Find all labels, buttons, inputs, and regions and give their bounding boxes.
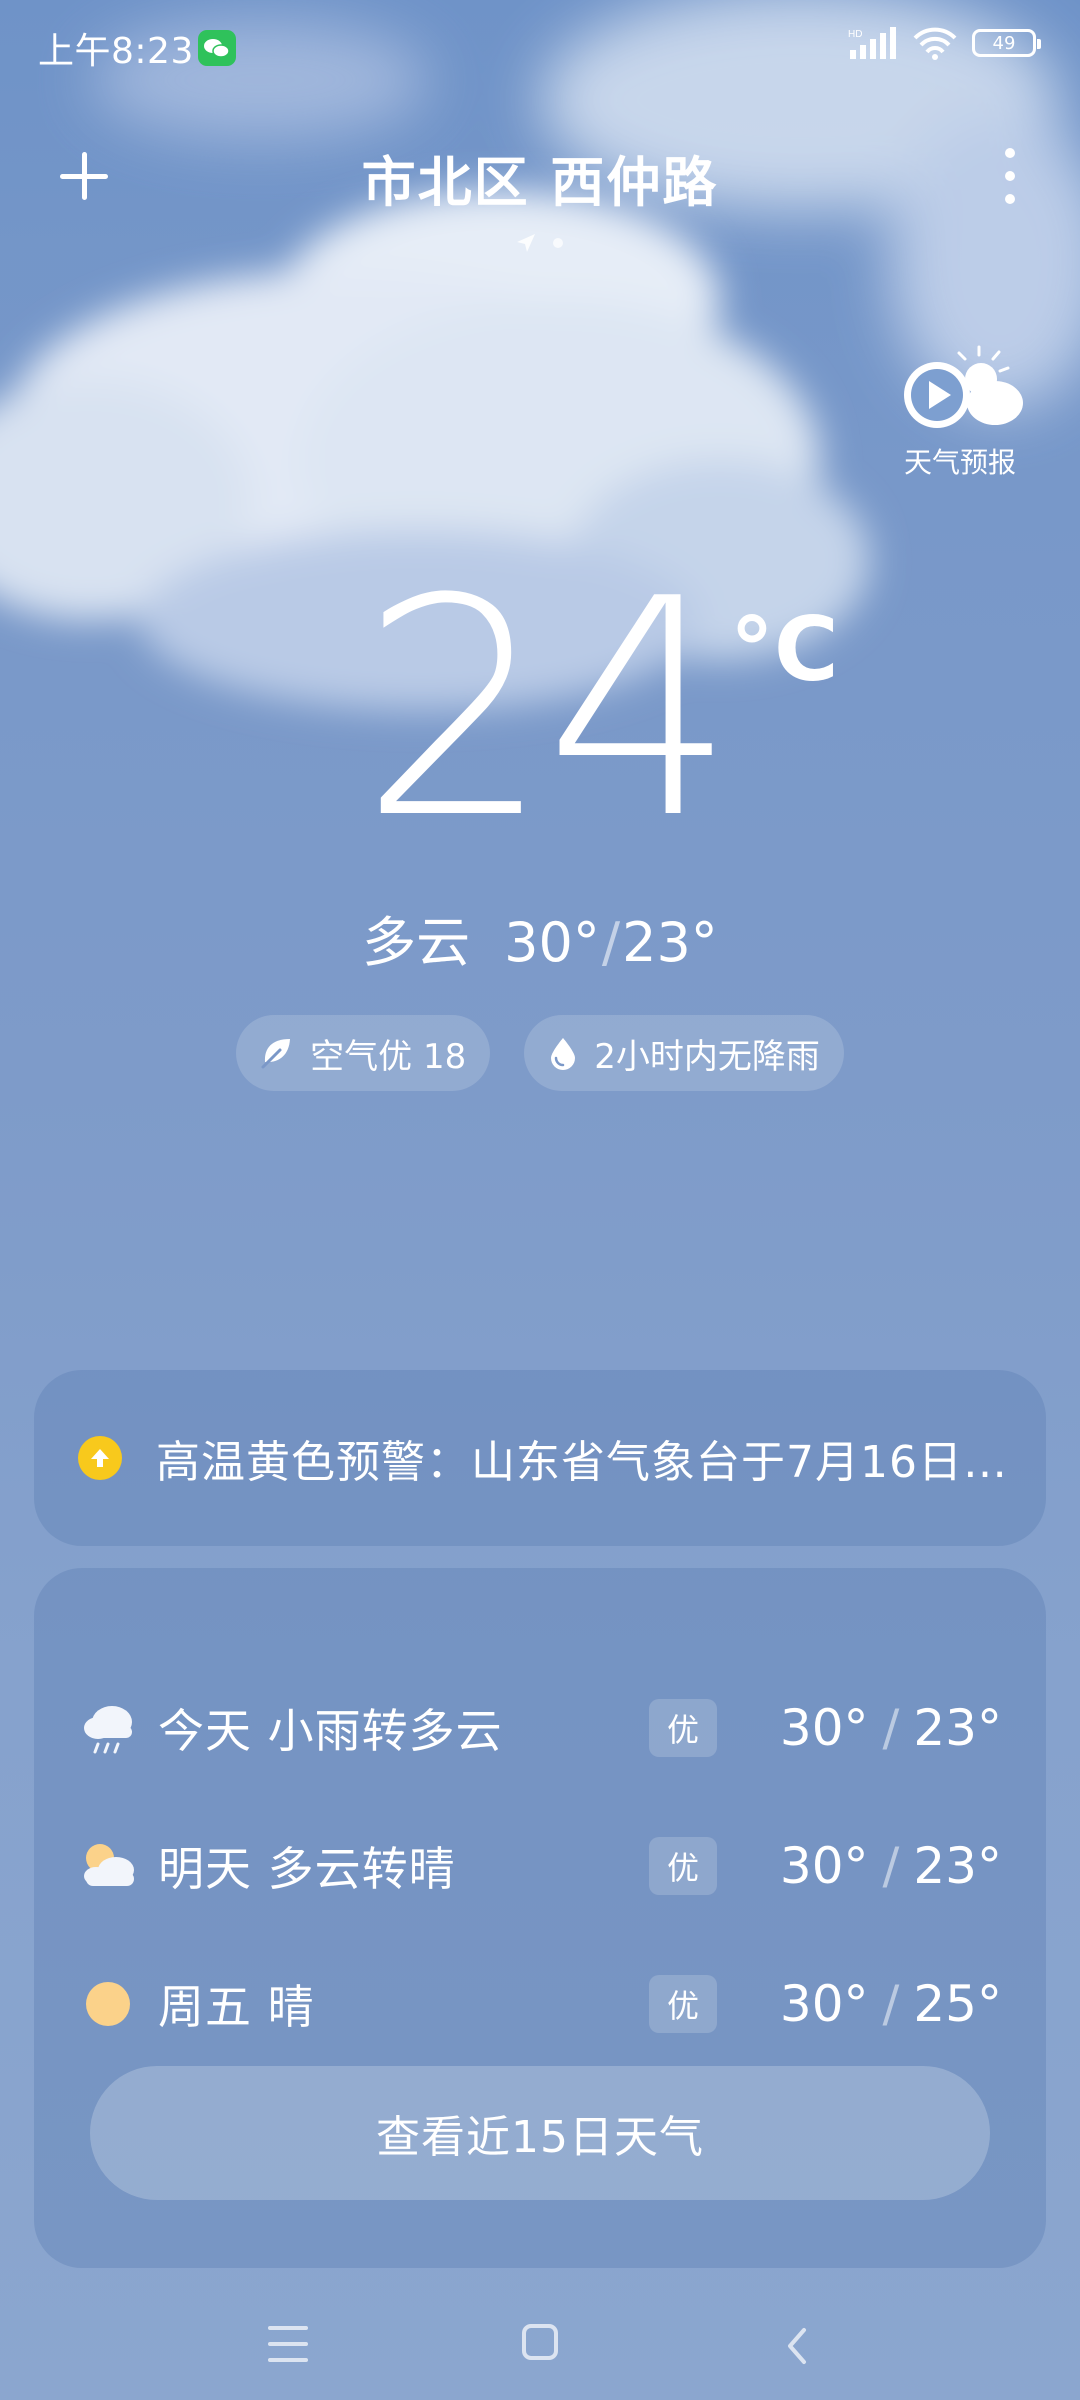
forecast-low: 23°	[913, 1837, 1002, 1895]
back-button[interactable]	[782, 2326, 812, 2366]
temp-separator: /	[882, 1699, 900, 1757]
forecast-row-friday[interactable]: 周五 晴 优 30°/25°	[34, 1954, 1046, 2054]
light-rain-cloud-icon	[84, 1706, 132, 1754]
status-indicators: HD 49	[846, 26, 1041, 60]
status-bar: 上午8:23 HD 49	[0, 0, 1080, 96]
wifi-icon	[913, 27, 957, 60]
forecast-day-label: 周五 晴	[158, 1980, 315, 2034]
temp-separator: /	[882, 1837, 900, 1895]
condition-text: 多云	[362, 911, 471, 974]
weather-forecast-video-button[interactable]: 天气预报	[890, 345, 1030, 481]
forecast-temps: 30°/23°	[780, 1699, 1002, 1757]
recent-apps-button[interactable]	[268, 2326, 308, 2362]
forecast-low: 25°	[913, 1975, 1002, 2033]
water-drop-icon	[551, 1038, 576, 1070]
forecast-day-label: 明天 多云转晴	[158, 1842, 456, 1896]
more-options-button[interactable]	[990, 148, 1030, 204]
view-15-day-forecast-button[interactable]: 查看近15日天气	[90, 2066, 990, 2200]
sun-icon	[86, 1982, 130, 2026]
temp-separator: /	[882, 1975, 900, 2033]
location-arrow-icon	[517, 234, 535, 252]
aqi-badge: 优	[649, 1699, 717, 1757]
svg-text:HD: HD	[848, 29, 862, 40]
temperature-unit: °C	[730, 598, 839, 701]
aqi-badge: 优	[649, 1975, 717, 2033]
forecast-high: 30°	[779, 1837, 869, 1895]
page-dot	[553, 238, 563, 248]
alert-arrow-icon	[78, 1436, 122, 1480]
air-quality-label: 空气优 18	[310, 1036, 467, 1077]
system-navigation-bar	[0, 2300, 1080, 2400]
rain-forecast-pill[interactable]: 2小时内无降雨	[524, 1015, 844, 1091]
weather-alert-card[interactable]: 高温黄色预警：山东省气象台于7月16日发布高温黄色预警信号	[34, 1370, 1046, 1546]
forecast-temps: 30°/23°	[780, 1837, 1002, 1895]
forecast-video-label: 天气预报	[903, 446, 1016, 479]
signal-icon: HD	[848, 27, 896, 59]
play-weather-icon	[904, 345, 1023, 428]
alert-text: 高温黄色预警：山东省气象台于7月16日发布高温黄色预警信号	[156, 1437, 1016, 1488]
home-button[interactable]	[522, 2324, 558, 2360]
forecast-temps: 30°/25°	[780, 1975, 1002, 2033]
wechat-notification-icon	[198, 30, 236, 66]
air-quality-pill[interactable]: 空气优 18	[236, 1015, 491, 1091]
current-temperature: 24	[360, 535, 736, 884]
temp-separator: /	[601, 911, 621, 974]
add-city-button[interactable]	[56, 148, 112, 204]
forecast-row-tomorrow[interactable]: 明天 多云转晴 优 30°/23°	[34, 1816, 1046, 1916]
leaf-icon	[261, 1039, 291, 1069]
forecast-high: 30°	[779, 1975, 869, 2033]
forecast-high: 30°	[779, 1699, 869, 1757]
aqi-badge: 优	[649, 1837, 717, 1895]
rain-forecast-label: 2小时内无降雨	[594, 1036, 820, 1077]
status-time: 上午8:23	[38, 31, 194, 72]
battery-icon: 49	[972, 29, 1041, 57]
partly-cloudy-icon	[84, 1844, 134, 1886]
low-temp: 23°	[622, 911, 718, 974]
forecast-low: 23°	[913, 1699, 1002, 1757]
high-temp: 30°	[504, 911, 600, 974]
condition-summary: 多云 30°/23°	[0, 898, 1080, 977]
daily-forecast-card: 今天 小雨转多云 优 30°/23° 明天 多云转晴 优 30°/23° 周五 …	[34, 1568, 1046, 2268]
page-indicator	[515, 232, 563, 254]
forecast-day-label: 今天 小雨转多云	[158, 1704, 503, 1758]
forecast-row-today[interactable]: 今天 小雨转多云 优 30°/23°	[34, 1678, 1046, 1778]
info-pills: 空气优 18 2小时内无降雨	[0, 1015, 1080, 1091]
location-title[interactable]: 市北区 西仲路	[240, 138, 840, 217]
